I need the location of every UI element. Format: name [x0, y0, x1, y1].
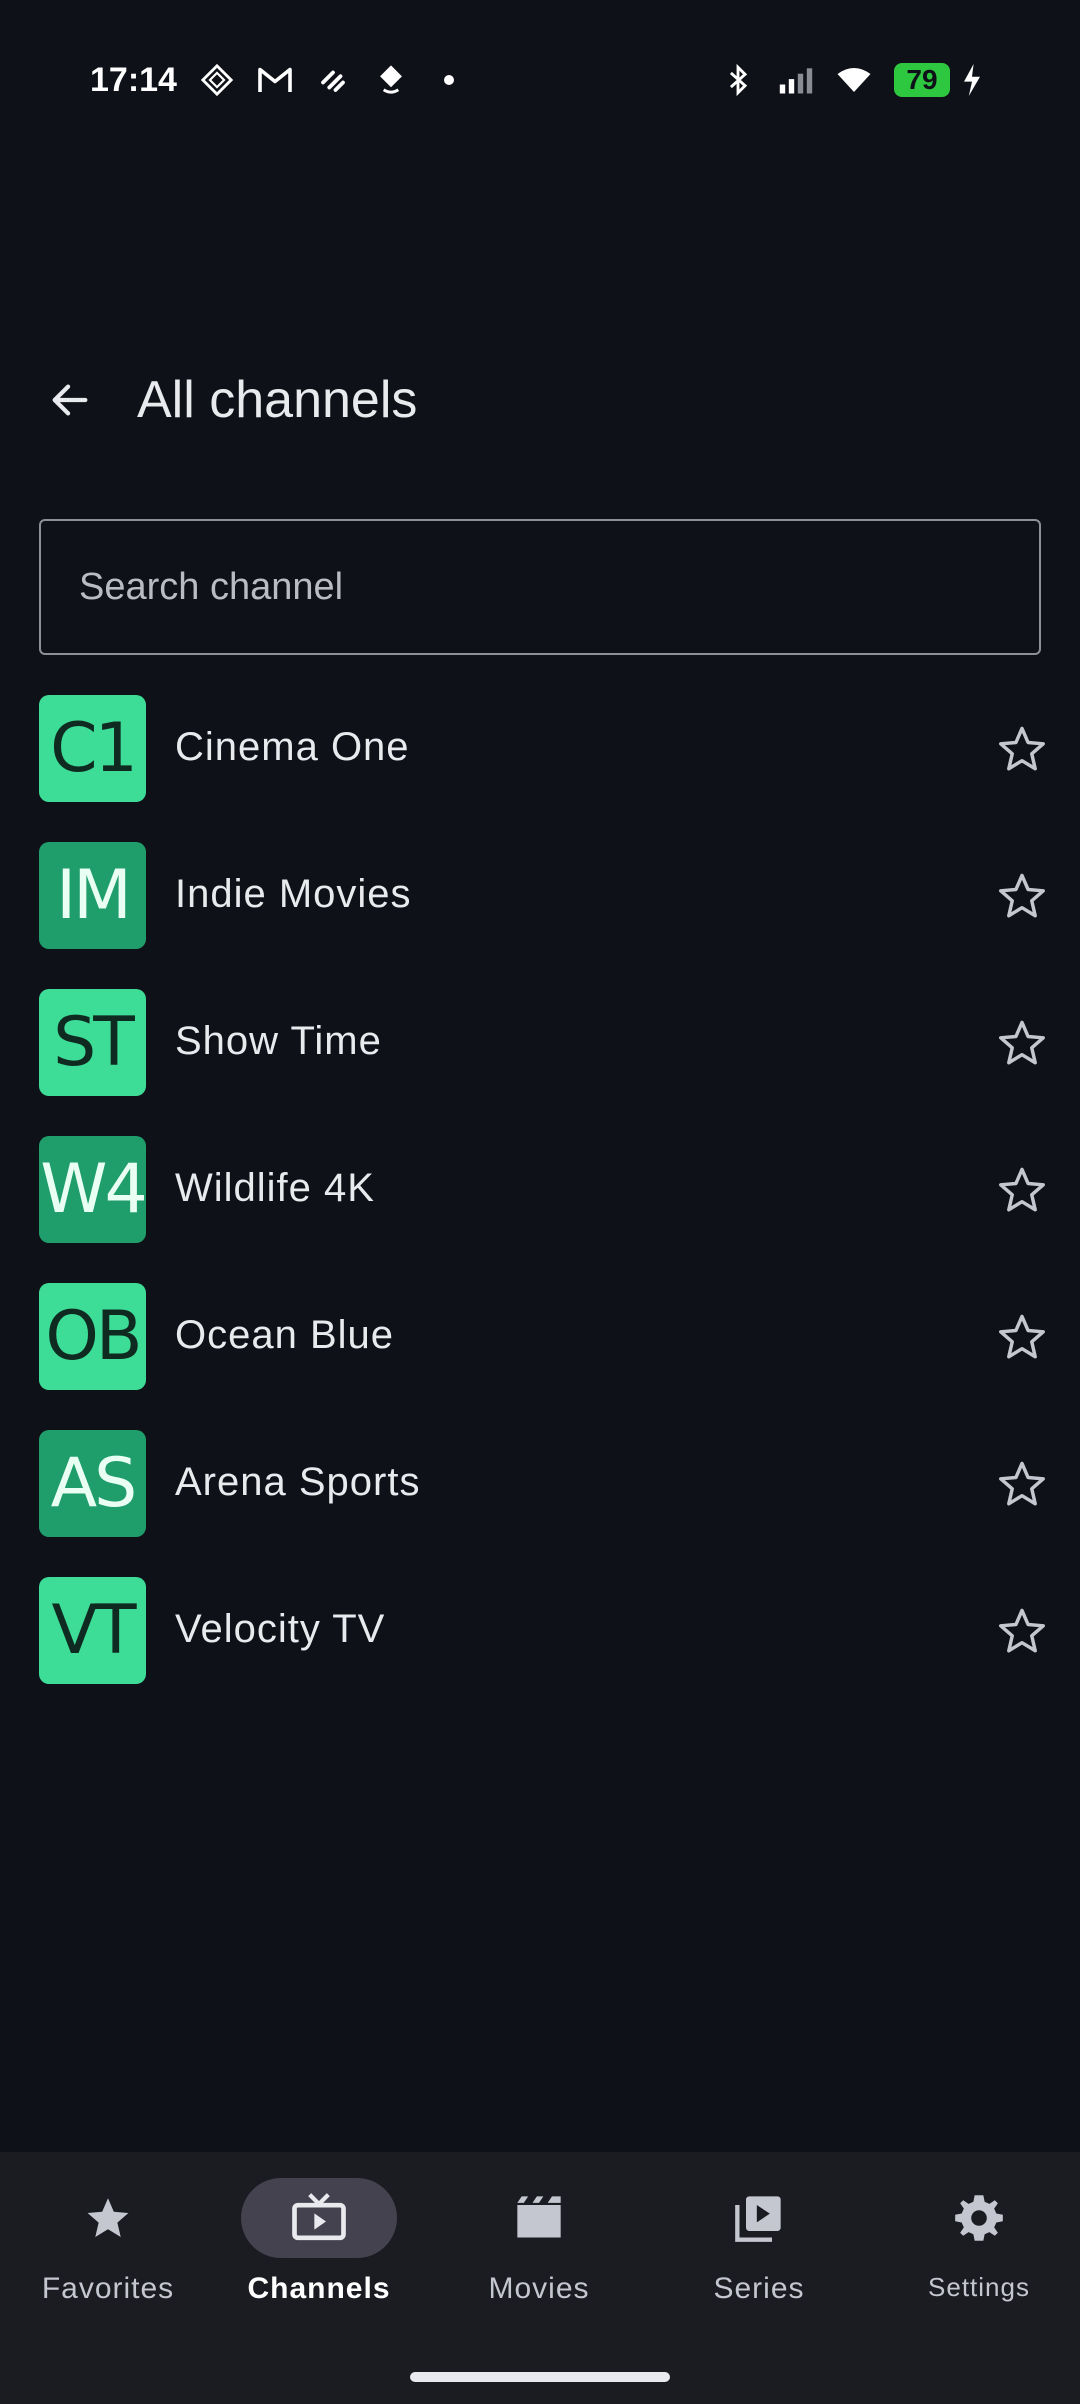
bottom-nav: Favorites Channels Movies Series Setting… [0, 2152, 1080, 2404]
play-library-icon [735, 2196, 781, 2242]
search-field[interactable] [39, 519, 1041, 655]
favorite-button[interactable] [994, 1015, 1050, 1071]
channel-logo: C1 [39, 695, 146, 802]
nav-pill [30, 2178, 186, 2258]
status-left: 17:14 [90, 61, 467, 100]
nav-pill [681, 2178, 837, 2258]
search-input[interactable] [41, 521, 1039, 653]
channel-name: Indie Movies [175, 872, 412, 916]
list-item[interactable]: W4 Wildlife 4K [0, 1136, 1080, 1283]
channel-logo: IM [39, 842, 146, 949]
list-item[interactable]: VT Velocity TV [0, 1577, 1080, 1724]
gesture-bar[interactable] [410, 2372, 670, 2382]
favorite-button[interactable] [994, 1603, 1050, 1659]
list-item[interactable]: OB Ocean Blue [0, 1283, 1080, 1430]
nav-item-series[interactable]: Series [651, 2152, 867, 2352]
nav-label: Settings [928, 2272, 1030, 2302]
clapperboard-icon [517, 2196, 561, 2238]
channel-logo: W4 [39, 1136, 146, 1243]
nav-item-channels[interactable]: Channels [211, 2152, 427, 2352]
nav-pill [901, 2178, 1057, 2258]
signal-icon [778, 62, 814, 98]
app-bar: All channels [0, 340, 1080, 460]
channel-logo: VT [39, 1577, 146, 1684]
channel-name: Cinema One [175, 725, 410, 769]
star-outline-icon [999, 1020, 1045, 1065]
app-icon-2 [373, 62, 409, 98]
favorite-button[interactable] [994, 868, 1050, 924]
dot-icon [431, 62, 467, 98]
nav-item-favorites[interactable]: Favorites [0, 2152, 216, 2352]
status-right: 79 [720, 62, 990, 98]
list-item[interactable]: AS Arena Sports [0, 1430, 1080, 1577]
list-item[interactable]: ST Show Time [0, 989, 1080, 1136]
star-outline-icon [999, 1167, 1045, 1212]
wifi-icon [836, 62, 872, 98]
star-outline-icon [999, 1461, 1045, 1506]
nav-item-settings[interactable]: Settings [871, 2152, 1080, 2352]
channel-name: Show Time [175, 1019, 382, 1063]
bluetooth-icon [720, 62, 756, 98]
list-item[interactable]: C1 Cinema One [0, 695, 1080, 842]
star-outline-icon [999, 873, 1045, 918]
gear-icon [955, 2195, 1003, 2241]
channel-name: Ocean Blue [175, 1313, 395, 1357]
channel-name: Arena Sports [175, 1460, 421, 1504]
channel-name: Velocity TV [175, 1607, 386, 1651]
favorite-button[interactable] [994, 1162, 1050, 1218]
nav-label: Favorites [41, 2272, 175, 2305]
nav-pill-active [241, 2178, 397, 2258]
channel-logo: OB [39, 1283, 146, 1390]
back-button[interactable] [40, 370, 100, 430]
tv-icon [292, 2193, 346, 2241]
nav-label: Movies [488, 2272, 590, 2305]
charging-icon [954, 62, 990, 98]
star-icon [87, 2198, 129, 2237]
arrow-left-icon [52, 384, 88, 416]
nav-label: Series [713, 2272, 805, 2305]
status-time: 17:14 [90, 60, 177, 99]
channel-name: Wildlife 4K [175, 1166, 375, 1210]
favorite-button[interactable] [994, 1309, 1050, 1365]
star-outline-icon [999, 1608, 1045, 1653]
nav-label: Channels [247, 2272, 391, 2305]
battery-indicator: 79 [894, 63, 950, 97]
page-title: All channels [137, 371, 418, 429]
favorite-button[interactable] [994, 1456, 1050, 1512]
app-icon [315, 62, 351, 98]
favorite-button[interactable] [994, 721, 1050, 777]
nav-item-movies[interactable]: Movies [431, 2152, 647, 2352]
nav-pill [461, 2178, 617, 2258]
channel-logo: ST [39, 989, 146, 1096]
channel-list: C1 Cinema One IM Indie Movies ST Show Ti… [0, 695, 1080, 1724]
list-item[interactable]: IM Indie Movies [0, 842, 1080, 989]
star-outline-icon [999, 726, 1045, 771]
star-outline-icon [999, 1314, 1045, 1359]
channel-logo: AS [39, 1430, 146, 1537]
gmail-icon [257, 62, 293, 98]
notification-icon [199, 62, 235, 98]
status-bar: 17:14 79 [0, 0, 1080, 160]
